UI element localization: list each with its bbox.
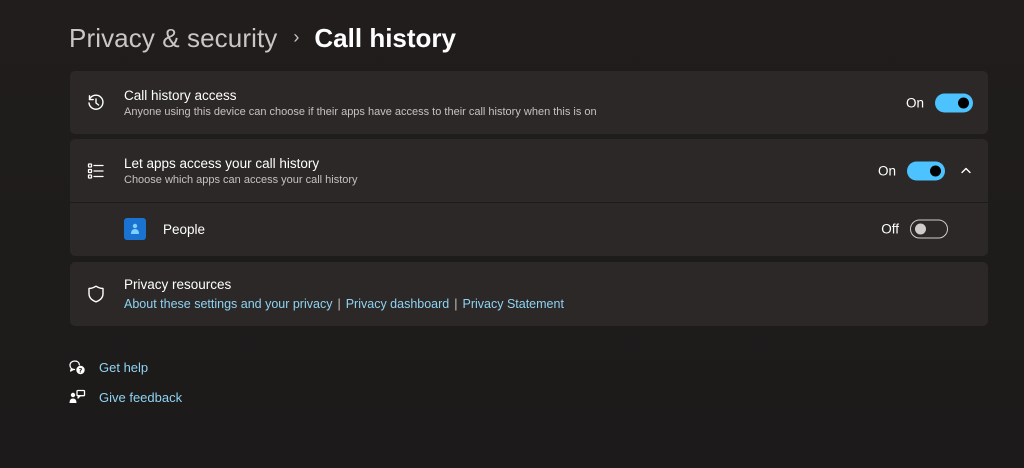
call-history-access-state: On xyxy=(905,95,924,110)
call-history-access-toggle[interactable] xyxy=(935,93,973,112)
privacy-dashboard-link[interactable]: Privacy dashboard xyxy=(346,297,450,311)
privacy-resources-title: Privacy resources xyxy=(124,277,232,292)
let-apps-access-title: Let apps access your call history xyxy=(124,155,320,171)
call-history-access-card: Call history access Anyone using this de… xyxy=(70,71,988,134)
page-title: Call history xyxy=(314,22,456,53)
privacy-resources-card: Privacy resources About these settings a… xyxy=(70,262,988,326)
people-app-toggle[interactable] xyxy=(910,219,948,239)
breadcrumb-privacy-security[interactable]: Privacy & security xyxy=(69,23,277,54)
call-history-access-row[interactable]: Call history access Anyone using this de… xyxy=(70,71,988,134)
get-help-link[interactable]: ? Get help xyxy=(68,358,148,376)
people-app-icon xyxy=(124,218,146,240)
get-help-icon: ? xyxy=(68,358,86,376)
app-row-people: People Off xyxy=(70,203,988,255)
app-name: People xyxy=(163,221,206,237)
let-apps-access-row[interactable]: Let apps access your call history Choose… xyxy=(70,139,988,202)
chevron-up-icon[interactable] xyxy=(959,164,973,178)
let-apps-access-state: On xyxy=(877,163,896,178)
call-history-access-description: Anyone using this device can choose if t… xyxy=(124,105,597,118)
privacy-resources-row: Privacy resources About these settings a… xyxy=(70,262,988,326)
privacy-links: About these settings and your privacy | … xyxy=(124,297,564,311)
svg-text:?: ? xyxy=(79,366,83,374)
privacy-statement-link[interactable]: Privacy Statement xyxy=(463,297,564,311)
history-icon xyxy=(86,93,106,113)
let-apps-access-description: Choose which apps can access your call h… xyxy=(124,173,358,186)
settings-page: Privacy & security › Call history Call h… xyxy=(0,0,1024,468)
give-feedback-label: Give feedback xyxy=(99,389,183,405)
link-separator: | xyxy=(337,297,341,311)
breadcrumb: Privacy & security › Call history xyxy=(69,20,456,56)
people-app-state: Off xyxy=(881,221,899,237)
feedback-icon xyxy=(68,388,86,406)
breadcrumb-separator-icon: › xyxy=(293,27,300,47)
shield-icon xyxy=(86,284,106,304)
list-icon xyxy=(86,161,106,181)
toggle-knob xyxy=(958,97,969,108)
call-history-access-title: Call history access xyxy=(124,87,237,103)
toggle-knob xyxy=(915,223,926,235)
get-help-label: Get help xyxy=(99,359,149,375)
about-settings-privacy-link[interactable]: About these settings and your privacy xyxy=(124,297,332,311)
let-apps-access-toggle[interactable] xyxy=(907,161,945,180)
toggle-knob xyxy=(930,165,941,176)
give-feedback-link[interactable]: Give feedback xyxy=(68,388,182,406)
link-separator: | xyxy=(454,297,458,311)
let-apps-access-card: Let apps access your call history Choose… xyxy=(70,139,988,256)
